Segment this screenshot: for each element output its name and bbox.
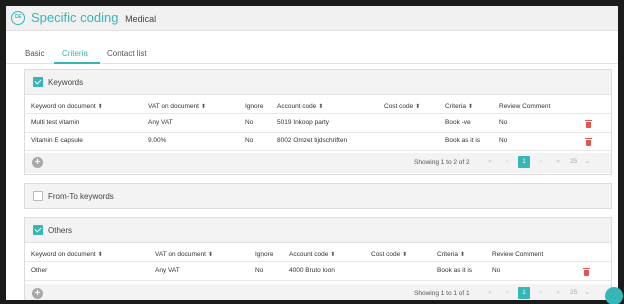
chevron-down-icon: ⌄ (584, 289, 590, 296)
cell-review-comment: No (492, 267, 501, 274)
delete-icon[interactable] (585, 120, 592, 128)
floating-action-button[interactable] (605, 287, 623, 304)
sort-icon: ⬍ (318, 104, 324, 110)
sort-icon: ⬍ (97, 252, 103, 258)
page-title-text: Specific coding (31, 10, 119, 25)
col-review-comment: Review Comment (499, 103, 551, 110)
active-tab-indicator (54, 62, 100, 64)
col-vat-on-document[interactable]: VAT on document ⬍ (148, 103, 206, 110)
page-1-button[interactable]: 1 (518, 287, 530, 299)
keywords-header: Keywords (25, 70, 611, 95)
table-row: Vitamin E capsule 9.00% No 8002 Omzet ti… (25, 133, 611, 151)
cell-criteria: Book as it is (437, 267, 473, 274)
sort-icon: ⬍ (459, 252, 465, 258)
table-row: Other Any VAT No 4000 Bruto loon Book as… (25, 263, 611, 281)
cell-account-code: 8002 Omzet tijdschriften (277, 137, 348, 144)
others-footer: + Showing 1 to 1 of 1 « ‹ 1 › » 25 ⌄ (25, 284, 611, 300)
page-size-select[interactable]: 25 ⌄ (570, 287, 590, 299)
keywords-section: Keywords Keyword on document ⬍ VAT on doc… (24, 69, 612, 175)
from-to-section: From-To keywords (24, 183, 612, 209)
cell-vat: 9.00% (148, 137, 167, 144)
cell-ignore: No (245, 137, 254, 144)
cell-criteria: Book -ve (445, 119, 471, 126)
app-logo-icon: CE (11, 11, 25, 25)
sort-icon: ⬍ (200, 104, 206, 110)
sort-icon: ⬍ (207, 252, 213, 258)
cell-keyword: Multi test vitamin (31, 119, 80, 126)
add-keyword-button[interactable]: + (32, 157, 43, 168)
cell-account-code: 4000 Bruto loon (289, 267, 335, 274)
page-title: Specific coding Medical (31, 11, 156, 26)
keywords-table-header: Keyword on document ⬍ VAT on document ⬍ Ig… (25, 99, 611, 114)
prev-page-button[interactable]: ‹ (501, 156, 513, 168)
keywords-title: Keywords (48, 78, 84, 87)
cell-vat: Any VAT (148, 119, 173, 126)
tab-bar: Basic Criteria Contact list (6, 42, 618, 64)
page-subtitle: Medical (125, 14, 157, 24)
col-cost-code[interactable]: Cost code ⬍ (371, 251, 407, 258)
others-table-header: Keyword on document ⬍ VAT on document ⬍ Ig… (25, 247, 611, 262)
last-page-button[interactable]: » (552, 156, 564, 168)
sort-icon: ⬍ (330, 252, 336, 258)
add-other-button[interactable]: + (32, 288, 43, 299)
from-to-checkbox[interactable] (33, 191, 43, 201)
first-page-button[interactable]: « (484, 287, 496, 299)
col-review-comment: Review Comment (492, 251, 544, 258)
app-window: CE Specific coding Medical Basic Criteri… (6, 6, 618, 300)
delete-icon[interactable] (583, 268, 590, 276)
page-size-select[interactable]: 25 ⌄ (570, 156, 590, 168)
cell-keyword: Other (31, 267, 48, 274)
delete-icon[interactable] (585, 138, 592, 146)
cell-review-comment: No (499, 119, 508, 126)
from-to-header: From-To keywords (25, 184, 611, 208)
prev-page-button[interactable]: ‹ (501, 287, 513, 299)
page-1-button[interactable]: 1 (518, 156, 530, 168)
title-bar: CE Specific coding Medical (6, 6, 618, 31)
col-vat-on-document[interactable]: VAT on document ⬍ (155, 251, 213, 258)
cell-keyword: Vitamin E capsule (31, 137, 83, 144)
others-header: Others (25, 218, 611, 243)
sort-icon: ⬍ (97, 104, 103, 110)
sort-icon: ⬍ (415, 104, 421, 110)
col-criteria[interactable]: Criteria ⬍ (445, 103, 473, 110)
cell-account-code: 5019 Inkoop party (277, 119, 330, 126)
cell-ignore: No (255, 267, 264, 274)
cell-review-comment: No (499, 137, 508, 144)
tab-basic[interactable]: Basic (25, 49, 45, 58)
col-ignore: Ignore (255, 251, 274, 258)
tab-criteria[interactable]: Criteria (62, 49, 88, 58)
others-checkbox[interactable] (33, 225, 43, 235)
col-keyword-on-document[interactable]: Keyword on document ⬍ (31, 103, 103, 110)
col-account-code[interactable]: Account code ⬍ (289, 251, 335, 258)
col-ignore: Ignore (245, 103, 264, 110)
col-keyword-on-document[interactable]: Keyword on document ⬍ (31, 251, 103, 258)
chevron-down-icon: ⌄ (584, 158, 590, 165)
cell-criteria: Book as it is (445, 137, 481, 144)
next-page-button[interactable]: › (535, 287, 547, 299)
sort-icon: ⬍ (402, 252, 408, 258)
others-title: Others (48, 226, 73, 235)
from-to-title: From-To keywords (48, 192, 114, 201)
others-section: Others Keyword on document ⬍ VAT on docum… (24, 217, 612, 300)
last-page-button[interactable]: » (552, 287, 564, 299)
col-account-code[interactable]: Account code ⬍ (277, 103, 323, 110)
first-page-button[interactable]: « (484, 156, 496, 168)
next-page-button[interactable]: › (535, 156, 547, 168)
sort-icon: ⬍ (467, 104, 473, 110)
keywords-checkbox[interactable] (33, 77, 43, 87)
cell-vat: Any VAT (155, 267, 180, 274)
cell-ignore: No (245, 119, 254, 126)
col-cost-code[interactable]: Cost code ⬍ (384, 103, 420, 110)
tab-contact-list[interactable]: Contact list (107, 49, 147, 58)
keywords-showing-count: Showing 1 to 2 of 2 (414, 159, 470, 166)
keywords-footer: + Showing 1 to 2 of 2 « ‹ 1 › » 25 ⌄ (25, 153, 611, 173)
table-row: Multi test vitamin Any VAT No 5019 Inkoo… (25, 115, 611, 133)
others-showing-count: Showing 1 to 1 of 1 (414, 290, 470, 297)
col-criteria[interactable]: Criteria ⬍ (437, 251, 465, 258)
